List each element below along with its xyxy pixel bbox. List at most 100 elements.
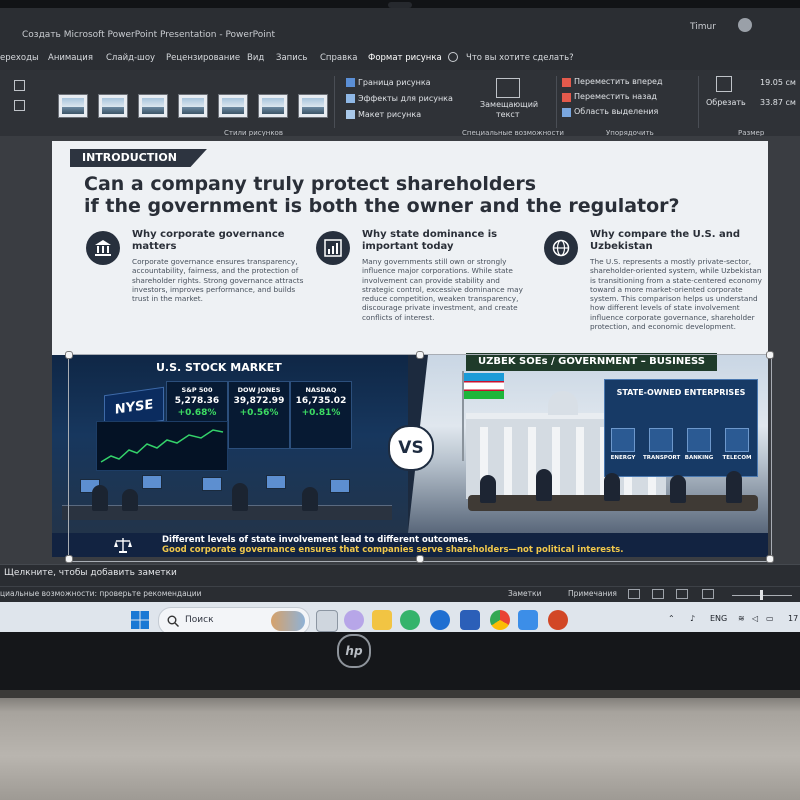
adjust-icon[interactable] (14, 80, 25, 91)
chevron-up-icon[interactable]: ⌃ (668, 614, 675, 623)
alt-text-button-line2[interactable]: текст (496, 110, 519, 119)
globe-icon (544, 231, 578, 265)
avatar[interactable] (738, 18, 752, 32)
picture-layout-button[interactable]: Макет рисунка (358, 110, 421, 119)
ticker-change: +0.68% (177, 408, 217, 418)
ticker-name: S&P 500 (181, 386, 213, 394)
column-state-dominance: Why state dominance is important today M… (316, 227, 536, 347)
uzbek-soe-image: STATE-OWNED ENTERPRISES ENERGY TRANSPORT… (408, 355, 768, 533)
slide[interactable]: INTRODUCTION Can a company truly protect… (52, 141, 768, 557)
ticker-change: +0.81% (301, 408, 341, 418)
monitor (142, 475, 162, 489)
language-indicator[interactable]: ENG (710, 614, 727, 623)
slide-editor[interactable]: INTRODUCTION Can a company truly protect… (0, 136, 800, 564)
tab-slideshow[interactable]: Слайд-шоу (106, 53, 155, 63)
word-icon[interactable] (460, 610, 480, 630)
trader (232, 483, 248, 511)
tab-transitions[interactable]: ереходы (0, 53, 39, 63)
ticker-dow: DOW JONES 39,872.99 +0.56% (228, 381, 290, 449)
us-stock-market-label: U.S. STOCK MARKET (156, 361, 282, 374)
zoom-slider-thumb[interactable] (760, 590, 763, 600)
tab-picture-format[interactable]: Формат рисунка (368, 53, 442, 63)
tab-help[interactable]: Справка (320, 53, 357, 63)
picture-effects-button[interactable]: Эффекты для рисунка (358, 94, 453, 103)
column-title: Why state dominance is important today (362, 229, 498, 252)
bring-forward-icon (562, 78, 571, 87)
picture-border-button[interactable]: Граница рисунка (358, 78, 431, 87)
soe-energy: ENERGY (605, 428, 641, 461)
market-line-screen (96, 421, 228, 471)
chrome-icon[interactable] (490, 610, 510, 630)
border-icon (346, 78, 355, 87)
picture-style-1[interactable] (58, 94, 88, 118)
clock[interactable]: 17 (788, 614, 798, 623)
file-explorer-icon[interactable] (372, 610, 392, 630)
picture-style-7[interactable] (298, 94, 328, 118)
ticker-name: NASDAQ (305, 386, 337, 394)
official (670, 475, 686, 503)
trader (302, 487, 318, 511)
laptop-base (0, 690, 800, 800)
tell-me-search[interactable]: Что вы хотите сделать? (466, 53, 574, 63)
scale-icon (114, 538, 132, 553)
us-stock-market-image: U.S. STOCK MARKET NYSE S&P 500 5,278.36 … (52, 355, 408, 533)
tab-view[interactable]: Вид (247, 53, 264, 63)
ticker-value: 39,872.99 (233, 396, 285, 406)
antenna-icon (725, 428, 749, 452)
laptop-chin (0, 632, 800, 690)
tab-record[interactable]: Запись (276, 53, 307, 63)
volume-icon[interactable]: ◁ (752, 614, 758, 623)
official (726, 471, 742, 503)
notes-pane[interactable]: Щелкните, чтобы добавить заметки (0, 564, 800, 587)
hp-app-icon[interactable] (430, 610, 450, 630)
tab-review[interactable]: Рецензирование (166, 53, 240, 63)
search-label: Поиск (185, 615, 214, 625)
selection-pane-button[interactable]: Область выделения (574, 107, 658, 116)
user-name[interactable]: Timur (690, 22, 716, 32)
bank-icon (687, 428, 711, 452)
windows-start-icon[interactable] (130, 610, 150, 630)
crop-button[interactable]: Обрезать (706, 98, 746, 107)
picture-style-4[interactable] (178, 94, 208, 118)
battery-icon[interactable]: ▭ (766, 614, 774, 623)
bar-chart-icon (316, 231, 350, 265)
microphone-icon[interactable]: ♪ (690, 614, 695, 623)
wifi-icon[interactable]: ≋ (738, 614, 745, 623)
picture-style-3[interactable] (138, 94, 168, 118)
picture-style-6[interactable] (258, 94, 288, 118)
laptop-hinge (0, 690, 800, 698)
alt-text-button[interactable]: Замещающий (480, 100, 538, 109)
taskbar-search[interactable]: Поиск (158, 607, 310, 635)
app-green-icon[interactable] (400, 610, 420, 630)
ticker-nasdaq: NASDAQ 16,735.02 +0.81% (290, 381, 352, 449)
app-blue-icon[interactable] (518, 610, 538, 630)
caption-bar: Different levels of state involvement le… (52, 533, 768, 557)
task-view-icon[interactable] (316, 610, 338, 632)
soe-label: BANKING (684, 455, 714, 461)
normal-view-button[interactable] (628, 589, 640, 599)
picture-style-2[interactable] (98, 94, 128, 118)
notes-button[interactable]: Заметки (508, 589, 541, 598)
picture-style-5[interactable] (218, 94, 248, 118)
send-backward-button[interactable]: Переместить назад (574, 92, 657, 101)
comparison-image[interactable]: U.S. STOCK MARKET NYSE S&P 500 5,278.36 … (52, 353, 768, 557)
official (536, 469, 552, 501)
lightbulb-icon (448, 52, 458, 62)
slideshow-view-button[interactable] (702, 589, 714, 599)
height-field[interactable]: 19.05 см (760, 78, 796, 87)
column-governance: Why corporate governance matters Corpora… (86, 227, 306, 347)
ticker-value: 16,735.02 (295, 396, 347, 406)
powerpoint-icon[interactable] (548, 610, 568, 630)
bring-forward-button[interactable]: Переместить вперед (574, 77, 662, 86)
comments-button[interactable]: Примечания (568, 589, 617, 598)
reading-view-button[interactable] (676, 589, 688, 599)
tab-animations[interactable]: Анимация (48, 53, 93, 63)
slide-sorter-button[interactable] (652, 589, 664, 599)
copilot-icon[interactable] (344, 610, 364, 630)
compress-icon[interactable] (14, 100, 25, 111)
accessibility-status[interactable]: циальные возможности: проверьте рекоменд… (0, 589, 202, 598)
hp-logo: hp (337, 634, 371, 668)
notes-placeholder[interactable]: Щелкните, чтобы добавить заметки (4, 568, 177, 578)
width-field[interactable]: 33.87 см (760, 98, 796, 107)
ribbon-tabs: ереходы Анимация Слайд-шоу Рецензировани… (0, 48, 800, 70)
